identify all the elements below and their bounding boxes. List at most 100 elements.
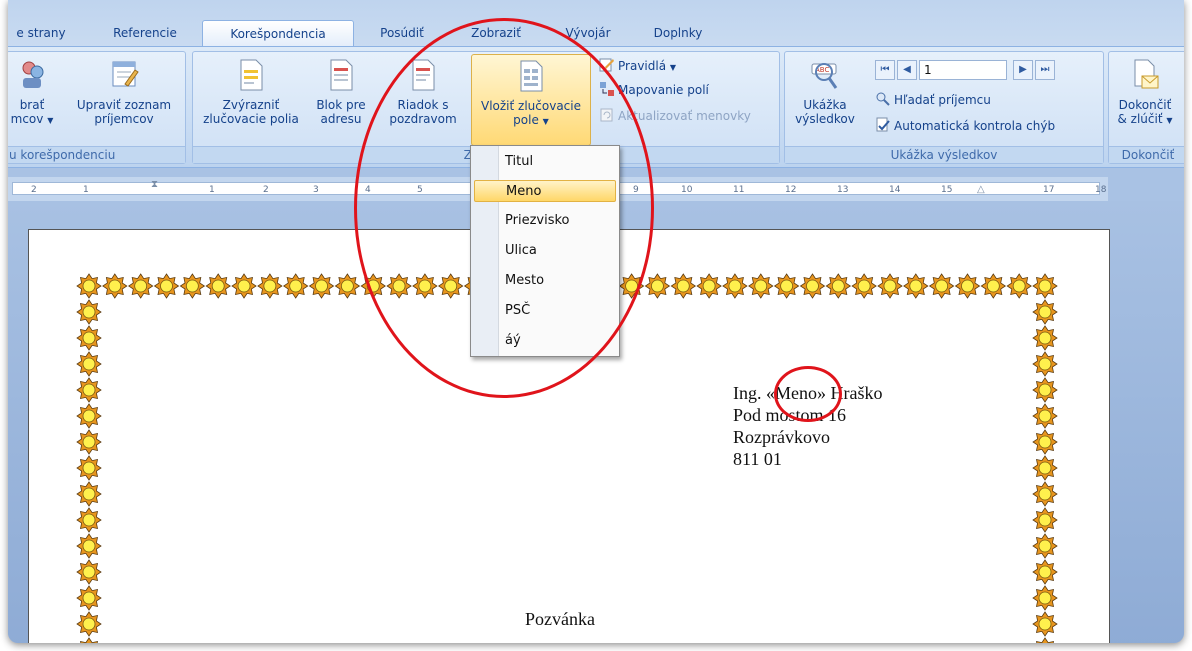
recipients-icon xyxy=(22,61,44,88)
update-labels-icon xyxy=(600,108,613,122)
tab-review[interactable]: Posúdiť xyxy=(370,22,434,44)
word-window: e strany Referencie Korešpondencia Posúd… xyxy=(8,0,1184,643)
ruler-tick: 11 xyxy=(733,185,745,195)
sun-ornament xyxy=(102,273,128,299)
sun-ornament xyxy=(231,273,257,299)
sun-ornament xyxy=(696,273,722,299)
menu-item-psc[interactable]: PSČ xyxy=(505,300,530,322)
ruler-tick: 9 xyxy=(633,185,639,195)
greeting-line-icon xyxy=(412,59,435,91)
next-record-icon[interactable]: ▶ xyxy=(1013,60,1033,80)
finish-merge-button[interactable]: Dokončiť & zlúčiť ▼ xyxy=(1109,58,1181,128)
sun-ornament xyxy=(1032,585,1058,611)
address-line-name: Ing. «Meno» Hraško xyxy=(733,383,883,403)
tab-addins[interactable]: Doplnky xyxy=(640,22,716,44)
preview-abc-icon: ABC xyxy=(811,63,838,89)
preview-label-2: výsledkov xyxy=(795,112,855,126)
greeting-label-1: Riadok s xyxy=(397,98,449,112)
tab-page-layout[interactable]: e strany xyxy=(8,22,74,44)
ruler-tick: 13 xyxy=(837,185,849,195)
menu-item-mesto[interactable]: Mesto xyxy=(505,270,544,292)
address-block-label-2: adresu xyxy=(320,112,362,126)
dropdown-arrow-icon: ▼ xyxy=(669,63,677,72)
tab-mailings[interactable]: Korešpondencia xyxy=(202,20,354,47)
sun-ornament xyxy=(127,273,154,299)
rules-button[interactable]: Pravidlá ▼ xyxy=(599,56,676,76)
group-finish: Dokončiť & zlúčiť ▼ Dokončiť xyxy=(1108,51,1184,164)
menu-item-ay[interactable]: áý xyxy=(505,330,521,352)
record-navigator: ⏮ ◀ 1 ▶ ⏭ xyxy=(875,60,1075,80)
ruler-tick: 10 xyxy=(681,185,693,195)
sun-ornament xyxy=(79,637,99,643)
tab-view[interactable]: Zobraziť xyxy=(454,22,538,44)
sun-ornament xyxy=(179,273,206,299)
auto-check-label: Automatická kontrola chýb xyxy=(894,119,1056,133)
menu-item-priezvisko[interactable]: Priezvisko xyxy=(505,210,570,232)
sun-ornament xyxy=(76,559,102,585)
highlight-label-2: zlučovacie polia xyxy=(203,112,299,126)
edit-recipient-label-1: Upraviť zoznam xyxy=(76,98,172,112)
sun-ornament xyxy=(76,325,102,351)
dropdown-arrow-icon: ▼ xyxy=(1166,116,1173,125)
right-indent-marker-icon[interactable]: △ xyxy=(977,184,985,195)
update-labels-button[interactable]: Aktualizovať menovky xyxy=(599,106,751,126)
sun-ornament xyxy=(1032,455,1058,481)
sun-ornament xyxy=(76,455,102,481)
finish-label-1: Dokončiť xyxy=(1118,98,1172,112)
address-block-icon xyxy=(330,59,353,91)
sun-ornament xyxy=(1006,273,1032,299)
tab-developer[interactable]: Vývojár xyxy=(556,22,620,44)
match-fields-button[interactable]: Mapovanie polí xyxy=(599,80,709,100)
sun-ornament xyxy=(1032,299,1058,325)
auto-check-errors-button[interactable]: Automatická kontrola chýb xyxy=(875,116,1055,136)
sun-ornament xyxy=(76,377,102,403)
sun-ornament xyxy=(76,403,102,429)
sun-ornament xyxy=(954,273,981,299)
edit-recipient-label-2: príjemcov xyxy=(94,112,154,126)
sun-ornament xyxy=(825,273,852,299)
match-fields-icon xyxy=(600,82,614,96)
tab-references[interactable]: Referencie xyxy=(100,22,190,44)
address-line-zip: 811 01 xyxy=(733,449,782,469)
sun-ornament xyxy=(1032,377,1058,403)
previous-record-icon[interactable]: ◀ xyxy=(897,60,917,80)
menu-item-meno[interactable]: Meno xyxy=(474,180,616,202)
ruler-tick: 12 xyxy=(785,185,797,195)
address-block-label-1: Blok pre xyxy=(316,98,366,112)
sun-ornament xyxy=(1032,533,1058,559)
sun-ornament xyxy=(386,273,412,299)
select-recipients-button[interactable]: brať mcov ▼ xyxy=(8,58,57,128)
insert-merge-field-button[interactable]: Vložiť zlučovacie pole ▼ xyxy=(471,54,591,146)
sun-ornament xyxy=(257,273,283,299)
sun-ornament xyxy=(644,273,671,299)
dropdown-arrow-icon: ▼ xyxy=(47,116,54,125)
sun-ornament xyxy=(308,273,335,299)
highlight-merge-fields-button[interactable]: Zvýrazniť zlučovacie polia xyxy=(197,58,305,126)
find-recipient-button[interactable]: Hľadať príjemcu xyxy=(875,90,991,110)
address-block-button[interactable]: Blok pre adresu xyxy=(311,58,371,126)
sun-ornament xyxy=(76,611,102,637)
sun-ornament xyxy=(1032,325,1058,351)
menu-item-titul[interactable]: Titul xyxy=(505,151,533,173)
sun-ornament xyxy=(670,273,697,299)
indent-marker-icon[interactable]: ⧗ xyxy=(151,179,158,190)
sun-ornament xyxy=(877,273,903,299)
sun-ornament xyxy=(1032,351,1058,377)
update-labels-label: Aktualizovať menovky xyxy=(618,109,751,123)
find-recipient-icon xyxy=(876,92,890,106)
greeting-line-button[interactable]: Riadok s pozdravom xyxy=(383,58,463,126)
last-record-icon[interactable]: ⏭ xyxy=(1035,60,1055,80)
menu-item-ulica[interactable]: Ulica xyxy=(505,240,537,262)
edit-recipient-list-button[interactable]: Upraviť zoznam príjemcov xyxy=(65,58,183,126)
sun-ornament xyxy=(76,585,102,611)
ruler-tick: 5 xyxy=(417,185,423,195)
sun-ornament xyxy=(76,273,102,299)
sun-ornament xyxy=(76,299,102,325)
sun-ornament xyxy=(773,273,800,299)
first-record-icon[interactable]: ⏮ xyxy=(875,60,895,80)
preview-results-button[interactable]: ABC Ukážka výsledkov xyxy=(789,58,861,126)
record-number-input[interactable]: 1 xyxy=(919,60,1007,80)
ruler-tick: 18 xyxy=(1095,185,1107,195)
group-label-preview-results: Ukážka výsledkov xyxy=(785,146,1103,163)
select-recipients-label-1: brať xyxy=(19,98,45,112)
